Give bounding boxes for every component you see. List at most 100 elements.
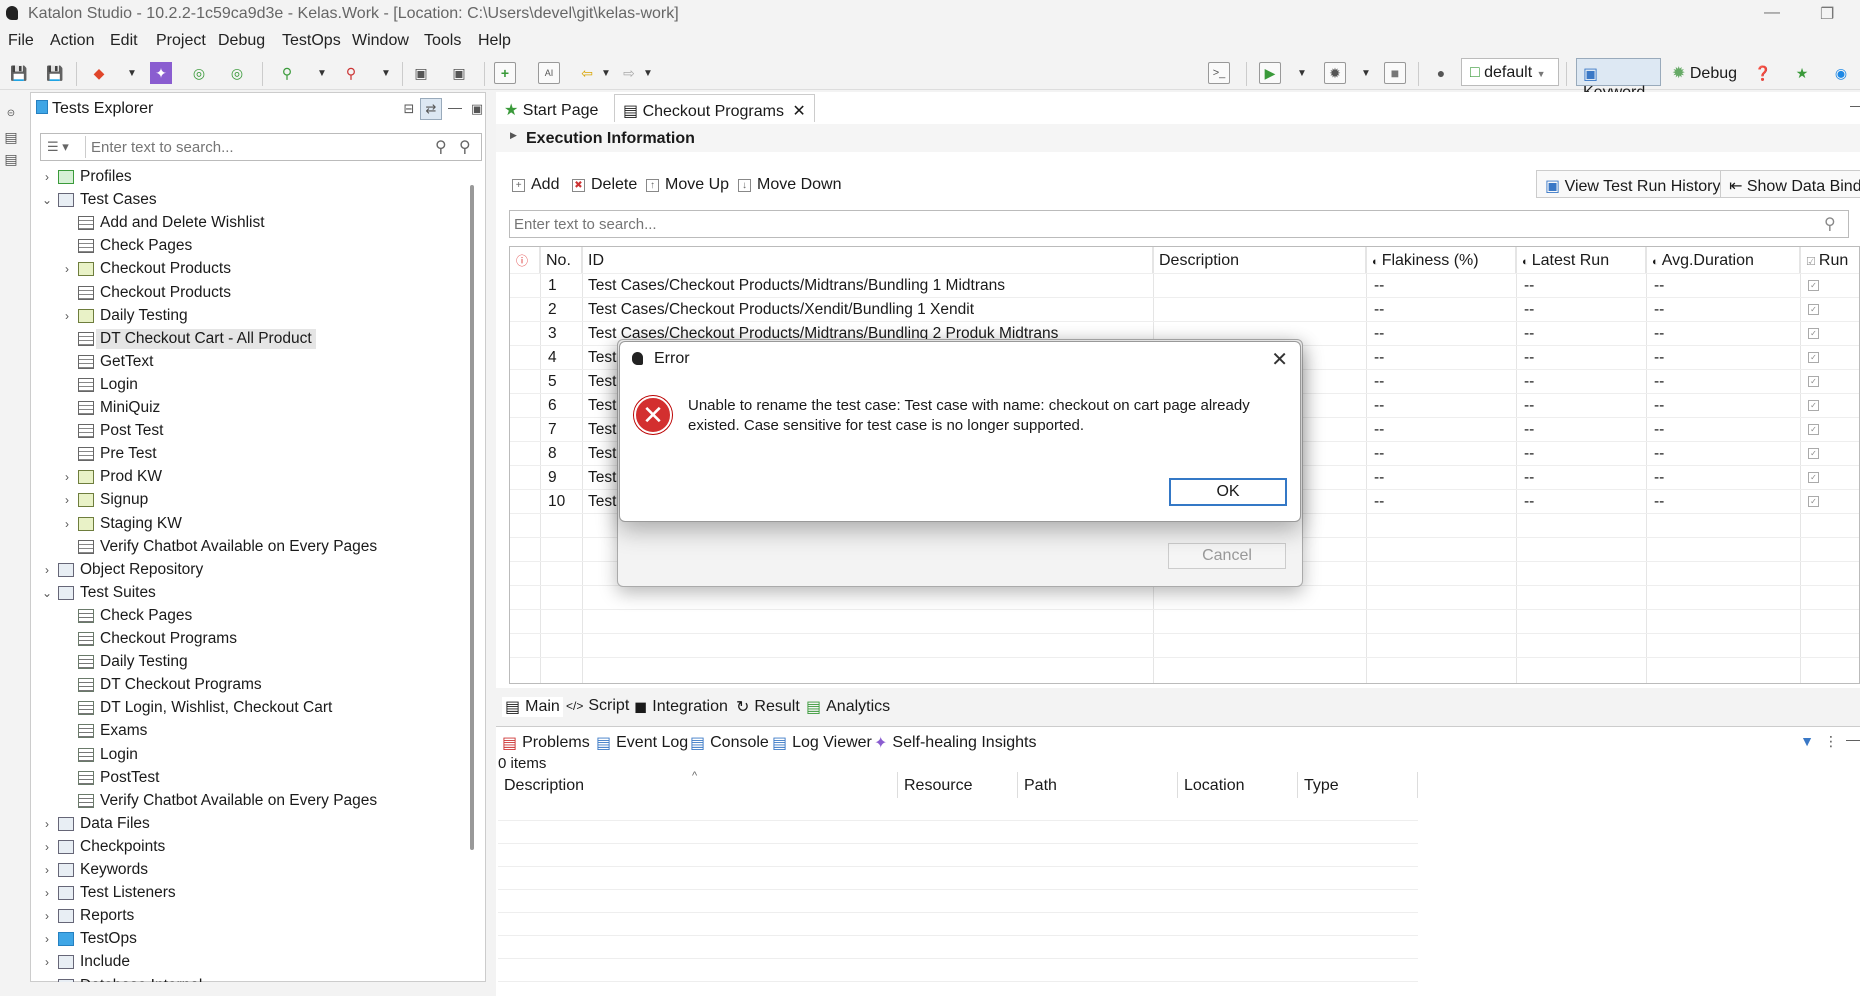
run-checkbox[interactable]: ✓: [1808, 448, 1819, 459]
tab-integration[interactable]: ◼ Integration: [634, 697, 728, 717]
run-checkbox[interactable]: ✓: [1808, 400, 1819, 411]
chevron-down-icon[interactable]: ▼: [1296, 62, 1308, 84]
row-number[interactable]: 8: [548, 445, 557, 463]
debug-perspective-button[interactable]: ✹ Debug: [1668, 58, 1737, 86]
ai-generate-icon[interactable]: AI: [538, 62, 560, 84]
problems-column-path[interactable]: Path: [1018, 772, 1178, 798]
chevron-down-icon[interactable]: ▼: [1360, 62, 1372, 84]
test-case-id[interactable]: Test: [588, 445, 616, 463]
menu-debug[interactable]: Debug: [218, 32, 265, 50]
add-icon[interactable]: +: [494, 62, 516, 84]
tree-item[interactable]: GetText: [60, 351, 153, 373]
add-button[interactable]: + Add: [512, 176, 559, 194]
minimize-panel-icon[interactable]: —: [1842, 728, 1860, 750]
latest-run-value[interactable]: --: [1524, 325, 1534, 343]
chevron-right-icon[interactable]: ›: [40, 840, 54, 854]
tab-analytics[interactable]: ▤ Analytics: [806, 697, 890, 717]
chevron-down-icon[interactable]: ▼: [126, 62, 138, 84]
tree-item[interactable]: Pre Test: [60, 443, 157, 465]
column-header[interactable]: ⓘ: [510, 247, 540, 273]
show-data-binding-button[interactable]: ⇤ Show Data Binding: [1720, 170, 1860, 198]
problems-column-type[interactable]: Type: [1298, 772, 1418, 798]
column-header[interactable]: ID: [582, 247, 1153, 273]
tree-item[interactable]: DT Checkout Cart - All Product: [60, 328, 316, 350]
search-icon[interactable]: ⚲: [1824, 214, 1836, 234]
chevron-right-icon[interactable]: ›: [40, 909, 54, 923]
test-case-id[interactable]: Test Cases/Checkout Products/Midtrans/Bu…: [588, 277, 1005, 295]
run-checkbox[interactable]: ✓: [1808, 304, 1819, 315]
tree-item[interactable]: › Checkout Products: [60, 258, 231, 280]
web-spy-icon[interactable]: ◎: [188, 62, 210, 84]
save-all-icon[interactable]: 💾: [44, 62, 66, 84]
tree-item[interactable]: Exams: [60, 720, 147, 742]
problems-column-resource[interactable]: Resource: [898, 772, 1018, 798]
search-icon[interactable]: ⚲: [435, 137, 447, 157]
link-editor-icon[interactable]: ⇄: [420, 98, 442, 120]
flakiness-value[interactable]: --: [1374, 301, 1384, 319]
chevron-right-icon[interactable]: ›: [40, 955, 54, 969]
test-case-id[interactable]: Test: [588, 421, 616, 439]
tree-item[interactable]: Login: [60, 744, 138, 766]
menu-edit[interactable]: Edit: [110, 32, 138, 50]
view-test-run-history-button[interactable]: ▣ View Test Run History: [1536, 170, 1730, 198]
tab-main[interactable]: ▤ Main: [502, 697, 563, 717]
tree-item[interactable]: › Prod KW: [60, 466, 162, 488]
explorer-search-input[interactable]: [91, 136, 421, 158]
chevron-right-icon[interactable]: ›: [40, 563, 54, 577]
tree-item[interactable]: › Profiles: [40, 166, 132, 188]
minimize-icon[interactable]: —: [1764, 4, 1780, 22]
cancel-button[interactable]: Cancel: [1168, 543, 1286, 569]
tab-problems[interactable]: ▤ Problems: [502, 733, 590, 753]
chevron-right-icon[interactable]: ›: [40, 817, 54, 831]
test-case-id[interactable]: Test: [588, 349, 616, 367]
tab-checkout-programs[interactable]: ▤ Checkout Programs ✕: [614, 94, 815, 122]
tree-item[interactable]: › Data Files: [40, 813, 150, 835]
delete-button[interactable]: ✖ Delete: [572, 176, 637, 194]
column-header[interactable]: ☑ Run: [1800, 247, 1859, 273]
tree-item[interactable]: Checkout Programs: [60, 628, 237, 650]
chevron-down-icon[interactable]: ⌄: [40, 193, 54, 207]
flakiness-value[interactable]: --: [1374, 445, 1384, 463]
close-icon[interactable]: ✕: [1271, 347, 1288, 372]
tree-item[interactable]: › TestOps: [40, 928, 137, 950]
chevron-right-icon[interactable]: ›: [40, 979, 54, 983]
tree-item[interactable]: › Object Repository: [40, 559, 203, 581]
move-down-button[interactable]: ↓ Move Down: [738, 176, 841, 194]
tree-item[interactable]: › Daily Testing: [60, 305, 188, 327]
recorder-icon[interactable]: ✦: [150, 62, 172, 84]
chevron-right-icon[interactable]: ›: [40, 932, 54, 946]
column-header[interactable]: ◐ Latest Run: [1516, 247, 1646, 273]
tree-item[interactable]: › Reports: [40, 905, 134, 927]
avg-duration-value[interactable]: --: [1654, 493, 1664, 511]
chevron-right-icon[interactable]: ›: [40, 170, 54, 184]
tab-start-page[interactable]: ★ Start Page: [496, 94, 606, 122]
avg-duration-value[interactable]: --: [1654, 421, 1664, 439]
avg-duration-value[interactable]: --: [1654, 301, 1664, 319]
explorer-scrollbar[interactable]: [470, 185, 474, 850]
move-up-button[interactable]: ↑ Move Up: [646, 176, 729, 194]
chevron-right-icon[interactable]: ›: [60, 262, 74, 276]
chevron-right-icon[interactable]: ›: [60, 470, 74, 484]
chevron-right-icon[interactable]: ›: [60, 493, 74, 507]
problems-column-description[interactable]: Description: [498, 772, 898, 798]
restore-icon[interactable]: ⊝: [0, 102, 22, 124]
latest-run-value[interactable]: --: [1524, 469, 1534, 487]
tree-item[interactable]: Post Test: [60, 420, 163, 442]
avg-duration-value[interactable]: --: [1654, 469, 1664, 487]
menu-file[interactable]: File: [8, 32, 34, 50]
mobile-spy-icon[interactable]: ⚲: [276, 62, 298, 84]
row-number[interactable]: 9: [548, 469, 557, 487]
latest-run-value[interactable]: --: [1524, 277, 1534, 295]
record-windows-icon[interactable]: ▣: [448, 62, 470, 84]
star-icon[interactable]: ★: [1791, 62, 1813, 84]
flakiness-value[interactable]: --: [1374, 469, 1384, 487]
help-icon[interactable]: ❓: [1752, 62, 1774, 84]
menu-tools[interactable]: Tools: [424, 32, 461, 50]
test-case-id[interactable]: Test: [588, 493, 616, 511]
row-number[interactable]: 4: [548, 349, 557, 367]
keyword-perspective-button[interactable]: ▣ Keyword: [1576, 58, 1661, 101]
profile-selector[interactable]: □ default ▼: [1461, 58, 1559, 86]
avg-duration-value[interactable]: --: [1654, 349, 1664, 367]
row-number[interactable]: 1: [548, 277, 557, 295]
run-checkbox[interactable]: ✓: [1808, 328, 1819, 339]
